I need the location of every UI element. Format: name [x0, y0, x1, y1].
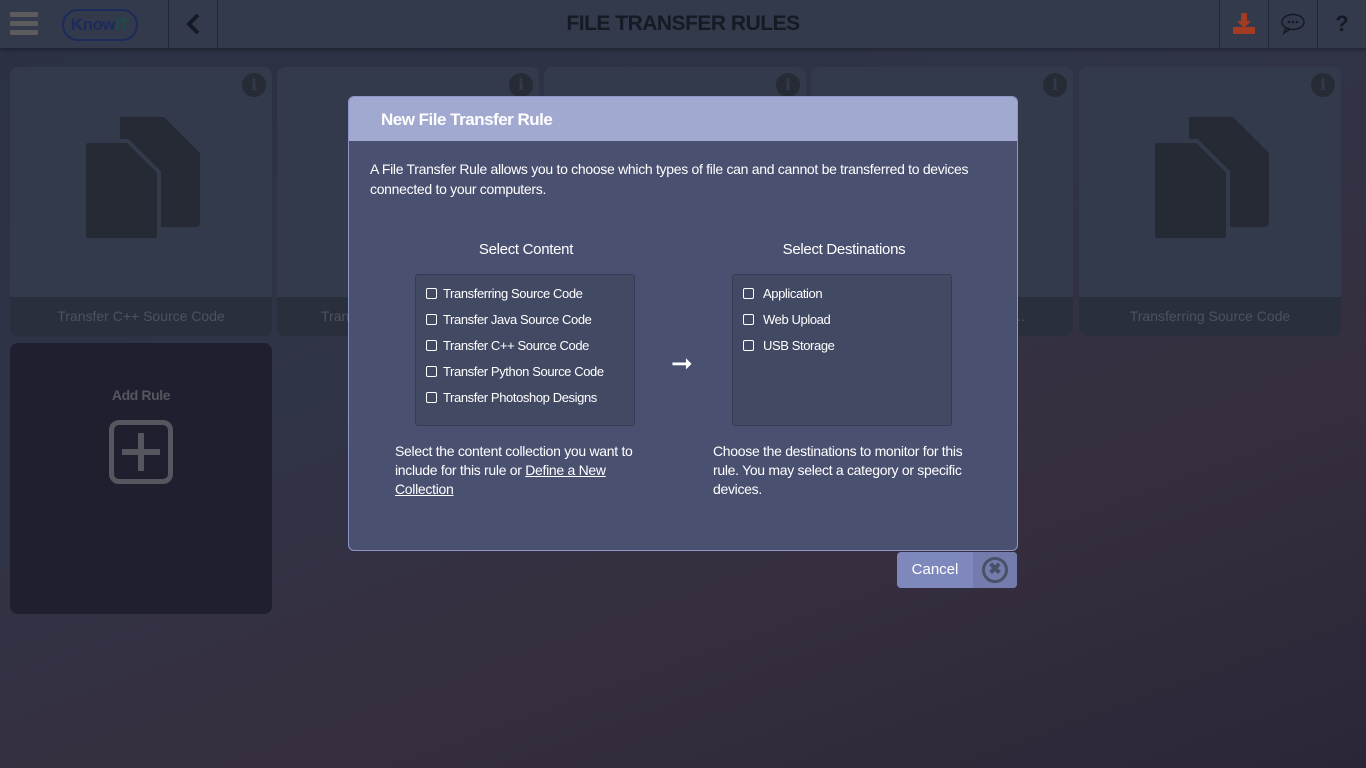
info-icon[interactable]: i — [1311, 73, 1335, 97]
chat-button[interactable] — [1268, 0, 1317, 48]
checkbox[interactable] — [426, 365, 437, 377]
documents-icon — [84, 117, 200, 239]
info-icon[interactable]: i — [509, 73, 533, 97]
checkbox[interactable] — [426, 391, 437, 403]
checkbox[interactable] — [426, 287, 437, 299]
checkbox[interactable] — [743, 287, 754, 299]
checkbox[interactable] — [743, 313, 754, 325]
new-rule-dialog: New File Transfer Rule A File Transfer R… — [348, 96, 1018, 551]
download-icon — [1233, 13, 1255, 34]
add-rule-card[interactable]: Add Rule — [10, 343, 272, 614]
content-option[interactable]: Transferring Source Code — [426, 280, 634, 306]
plus-square-icon — [109, 420, 173, 484]
help-button[interactable]: ? — [1317, 0, 1366, 48]
content-list: Transferring Source Code Transfer Java S… — [415, 274, 635, 426]
destination-option[interactable]: Web Upload — [743, 306, 951, 332]
dialog-intro: A File Transfer Rule allows you to choos… — [370, 161, 969, 197]
destinations-list: Application Web Upload USB Storage — [732, 274, 952, 426]
cancel-button[interactable]: Cancel ✖ — [897, 552, 1017, 588]
arrow-right-icon: ➞ — [671, 348, 693, 378]
documents-icon — [1153, 117, 1269, 239]
content-option[interactable]: Transfer Photoshop Designs — [426, 384, 634, 410]
info-icon[interactable]: i — [242, 73, 266, 97]
add-rule-label: Add Rule — [111, 387, 171, 403]
page-title: FILE TRANSFER RULES — [566, 12, 800, 35]
chat-bubble-icon — [1281, 13, 1305, 35]
checkbox[interactable] — [426, 339, 437, 351]
destinations-description: Choose the destinations to monitor for t… — [713, 443, 963, 497]
content-option[interactable]: Transfer C++ Source Code — [426, 332, 634, 358]
rule-card-label: Transfer C++ Source Code — [10, 297, 272, 336]
select-destinations-heading: Select Destinations — [782, 241, 906, 258]
destination-option[interactable]: USB Storage — [743, 332, 951, 358]
info-icon[interactable]: i — [1043, 73, 1067, 97]
destination-option[interactable]: Application — [743, 280, 951, 306]
question-icon: ? — [1335, 11, 1349, 36]
checkbox[interactable] — [426, 313, 437, 325]
download-button[interactable] — [1219, 0, 1268, 48]
top-bar: Know IT FILE TRANSFER RULES ? — [0, 0, 1366, 48]
checkbox[interactable] — [743, 339, 754, 351]
select-content-heading: Select Content — [478, 241, 574, 258]
content-option[interactable]: Transfer Python Source Code — [426, 358, 634, 384]
rule-card[interactable]: i Transfer C++ Source Code — [10, 67, 272, 336]
content-description: Select the content collection you want t… — [395, 443, 633, 497]
content-option[interactable]: Transfer Java Source Code — [426, 306, 634, 332]
close-circle-icon: ✖ — [982, 557, 1008, 583]
rule-card[interactable]: i Transferring Source Code — [1079, 67, 1341, 336]
dialog-title: New File Transfer Rule — [349, 97, 1017, 141]
cancel-label: Cancel — [911, 561, 959, 578]
rule-card-label: Transferring Source Code — [1079, 297, 1341, 336]
info-icon[interactable]: i — [776, 73, 800, 97]
